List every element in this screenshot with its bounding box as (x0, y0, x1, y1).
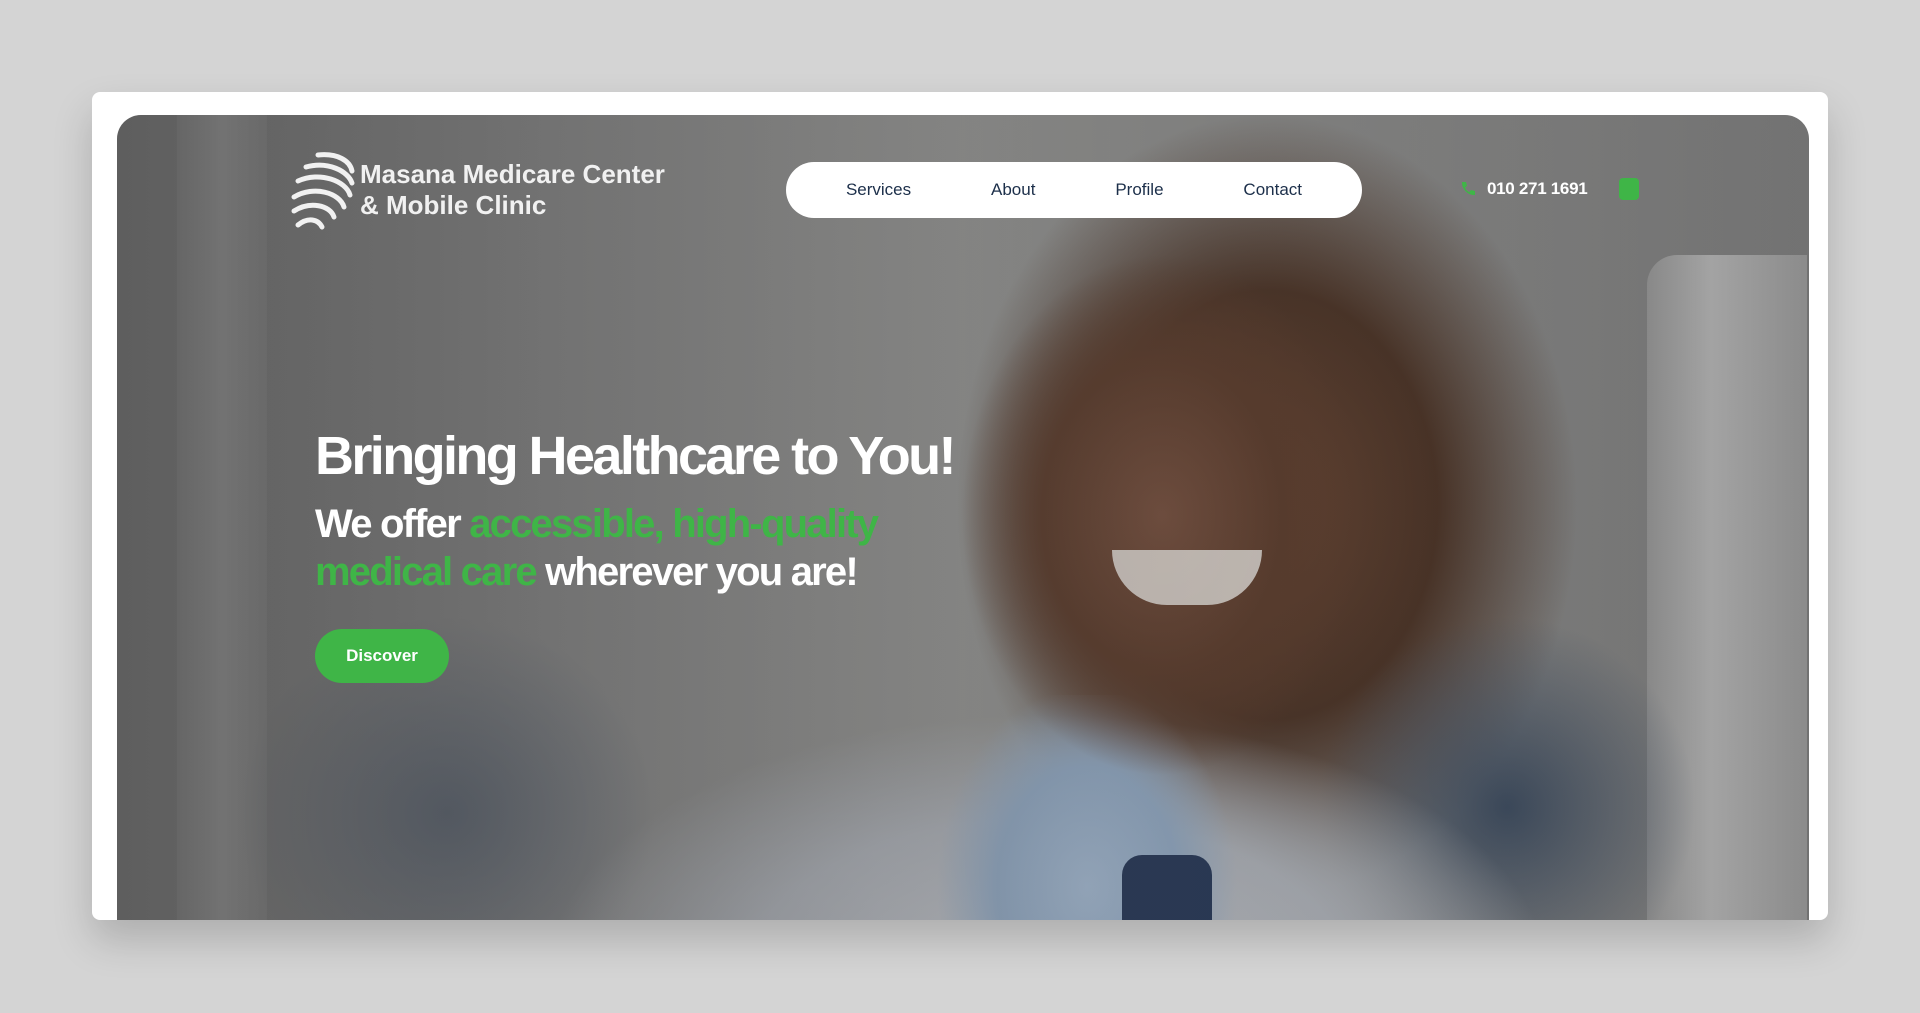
nav-link-services[interactable]: Services (846, 180, 911, 200)
main-nav: Services About Profile Contact (786, 162, 1362, 218)
social-icon[interactable] (1618, 177, 1640, 201)
subheadline-text: wherever you are! (535, 550, 859, 594)
subheadline-highlight: medical care (315, 550, 538, 594)
hero-subheadline: We offer accessible, high-quality medica… (315, 500, 935, 596)
brand-name-line1: Masana Medicare Center (360, 159, 665, 189)
discover-button[interactable]: Discover (315, 629, 449, 683)
phone-icon (1461, 182, 1475, 196)
nav-link-profile[interactable]: Profile (1115, 180, 1163, 200)
nav-link-contact[interactable]: Contact (1243, 180, 1302, 200)
subheadline-text: We offer (315, 502, 470, 546)
hero-section: Masana Medicare Center & Mobile Clinic S… (117, 115, 1809, 920)
phone-number: 010 271 1691 (1487, 179, 1588, 198)
striped-globe-logo-icon (291, 152, 355, 230)
site-logo[interactable]: Masana Medicare Center & Mobile Clinic (288, 147, 665, 233)
brand-name-line2: & Mobile Clinic (360, 190, 547, 220)
brand-name: Masana Medicare Center & Mobile Clinic (360, 159, 665, 221)
hero-headline: Bringing Healthcare to You! (315, 426, 956, 486)
site-frame: Masana Medicare Center & Mobile Clinic S… (92, 92, 1828, 920)
phone-contact[interactable]: 010 271 1691 (1459, 179, 1588, 199)
subheadline-highlight: accessible, high-quality (469, 502, 879, 546)
nav-link-about[interactable]: About (991, 180, 1035, 200)
